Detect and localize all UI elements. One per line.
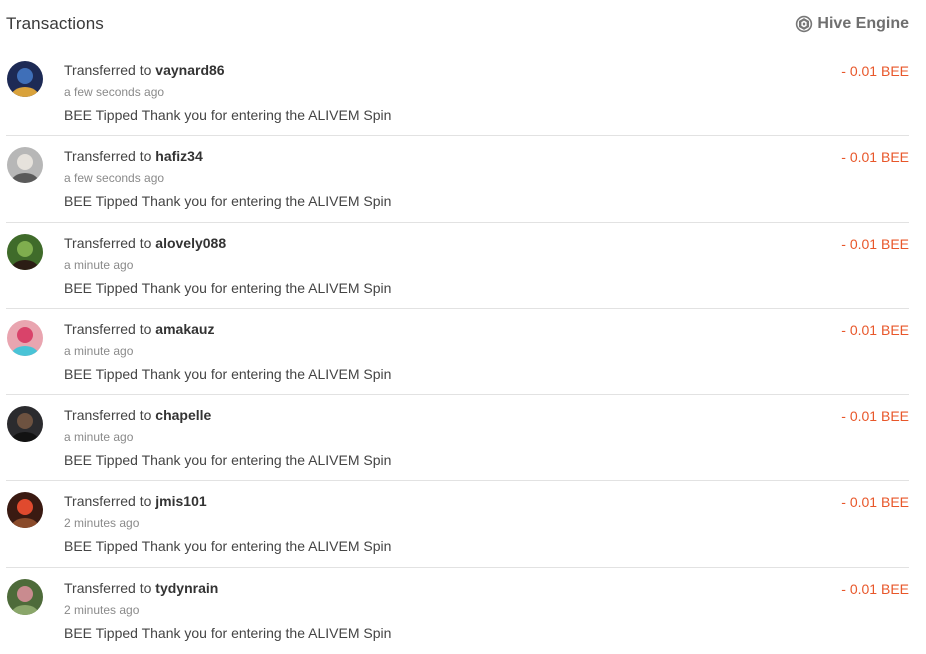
recipient-link[interactable]: tydynrain — [155, 580, 218, 596]
recipient-link[interactable]: jmis101 — [155, 493, 206, 509]
transaction-time: a minute ago — [64, 343, 134, 358]
panel-title: Transactions — [6, 14, 104, 33]
recipient-link[interactable]: amakauz — [155, 321, 214, 337]
transaction-row: Transferred to alovely088 a minute ago B… — [6, 223, 909, 309]
transaction-time: a few seconds ago — [64, 171, 165, 186]
transaction-amount: - 0.01 BEE — [841, 321, 909, 338]
transfer-prefix: Transferred to — [64, 407, 152, 424]
transfer-description: Transferred to vaynard86 — [64, 62, 225, 78]
transaction-row: Transferred to tydynrain 2 minutes ago B… — [6, 568, 909, 654]
transaction-memo: BEE Tipped Thank you for entering the AL… — [64, 193, 392, 210]
transfer-description: Transferred to amakauz — [64, 321, 214, 337]
recipient-link[interactable]: alovely088 — [155, 235, 226, 251]
transaction-memo: BEE Tipped Thank you for entering the AL… — [64, 107, 392, 123]
transaction-amount: - 0.01 BEE — [841, 149, 909, 166]
transfer-prefix: Transferred to — [64, 320, 152, 337]
transfer-description: Transferred to tydynrain — [64, 580, 218, 596]
user-avatar[interactable] — [7, 492, 43, 529]
transfer-description: Transferred to jmis101 — [64, 493, 207, 509]
user-avatar[interactable] — [7, 578, 43, 615]
transaction-amount: - 0.01 BEE — [841, 235, 909, 252]
panel-header: Transactions Hive Engine — [6, 0, 909, 48]
user-avatar[interactable] — [7, 61, 43, 97]
transfer-description: Transferred to hafiz34 — [64, 148, 203, 164]
hive-engine-link[interactable]: Hive Engine — [795, 15, 909, 33]
recipient-link[interactable]: vaynard86 — [155, 62, 224, 78]
user-avatar[interactable] — [7, 147, 43, 184]
transaction-list: Transferred to vaynard86 a few seconds a… — [6, 50, 909, 654]
recipient-link[interactable]: hafiz34 — [155, 148, 202, 164]
transactions-panel: Transactions Hive Engine Transferred to — [0, 0, 926, 653]
transfer-description: Transferred to alovely088 — [64, 235, 226, 251]
transaction-row: Transferred to chapelle a minute ago BEE… — [6, 395, 909, 482]
transfer-prefix: Transferred to — [64, 493, 152, 510]
transfer-prefix: Transferred to — [64, 62, 152, 78]
hive-engine-label: Hive Engine — [817, 15, 909, 32]
transaction-time: a minute ago — [64, 430, 134, 445]
user-avatar[interactable] — [7, 406, 43, 443]
transaction-amount: - 0.01 BEE — [841, 494, 909, 511]
transaction-memo: BEE Tipped Thank you for entering the AL… — [64, 279, 392, 296]
transaction-time: a few seconds ago — [64, 85, 165, 99]
transaction-memo: BEE Tipped Thank you for entering the AL… — [64, 365, 392, 382]
recipient-link[interactable]: chapelle — [155, 407, 211, 423]
transfer-prefix: Transferred to — [64, 148, 152, 165]
transaction-memo: BEE Tipped Thank you for entering the AL… — [64, 538, 392, 555]
transaction-row: Transferred to amakauz a minute ago BEE … — [6, 309, 909, 396]
hive-engine-icon — [795, 15, 813, 33]
transaction-amount: - 0.01 BEE — [841, 580, 909, 597]
transaction-time: a minute ago — [64, 257, 134, 272]
transaction-row: Transferred to hafiz34 a few seconds ago… — [6, 136, 909, 223]
transaction-amount: - 0.01 BEE — [841, 63, 909, 79]
transfer-description: Transferred to chapelle — [64, 407, 211, 423]
transaction-time: 2 minutes ago — [64, 602, 140, 617]
transfer-prefix: Transferred to — [64, 234, 152, 251]
transaction-time: 2 minutes ago — [64, 516, 140, 531]
transfer-prefix: Transferred to — [64, 579, 152, 596]
transaction-amount: - 0.01 BEE — [841, 408, 909, 425]
user-avatar[interactable] — [7, 319, 43, 356]
transaction-row: Transferred to vaynard86 a few seconds a… — [6, 50, 909, 137]
user-avatar[interactable] — [7, 233, 43, 270]
transaction-row: Transferred to jmis101 2 minutes ago BEE… — [6, 481, 909, 568]
transaction-memo: BEE Tipped Thank you for entering the AL… — [64, 624, 392, 641]
transaction-memo: BEE Tipped Thank you for entering the AL… — [64, 452, 392, 469]
